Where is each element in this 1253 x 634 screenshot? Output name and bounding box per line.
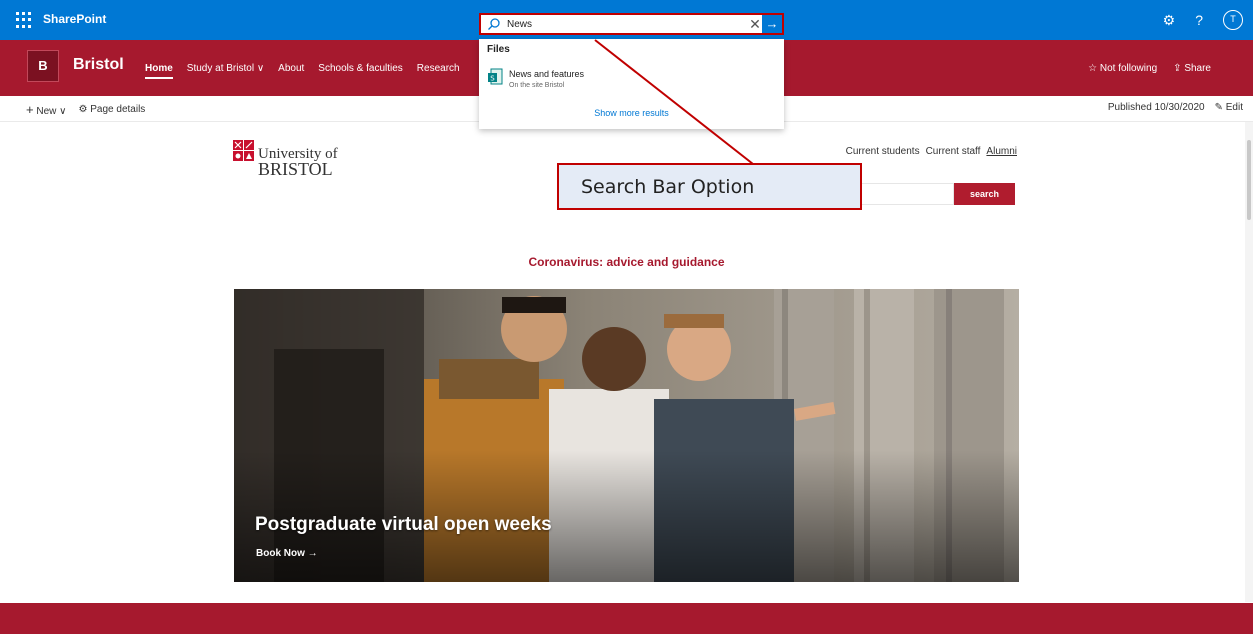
nav-item-research[interactable]: Research [417, 63, 460, 79]
chevron-down-icon: ∨ [59, 106, 67, 117]
edit-button[interactable]: ✎ Edit [1215, 102, 1243, 113]
site-name[interactable]: Bristol [73, 56, 124, 74]
page-scrollbar[interactable] [1245, 122, 1253, 602]
suggestions-heading: Files [487, 44, 510, 55]
star-icon: ☆ [1088, 63, 1098, 74]
nav-item-study[interactable]: Study at Bristol ∨ [187, 63, 264, 79]
gear-icon: ⚙ [78, 104, 88, 115]
show-more-results-link[interactable]: Show more results [479, 108, 784, 118]
suggestion-location: On the site Bristol [509, 82, 565, 89]
gear-icon[interactable]: ⚙ [1163, 12, 1176, 29]
link-current-students[interactable]: Current students [846, 146, 920, 157]
link-alumni[interactable]: Alumni [986, 146, 1017, 157]
sharepoint-page-icon: S [488, 68, 503, 85]
scrollbar-thumb[interactable] [1247, 140, 1251, 220]
share-button[interactable]: ⇪ Share [1173, 63, 1211, 74]
book-now-link[interactable]: Book Now → [256, 548, 318, 559]
hero-title: Postgraduate virtual open weeks [255, 514, 552, 535]
suggestion-title[interactable]: News and features [509, 69, 584, 79]
search-suggestions: Files S News and features On the site Br… [479, 39, 784, 129]
follow-label: Not following [1099, 63, 1158, 74]
link-current-staff[interactable]: Current staff [926, 146, 981, 157]
nav-item-home[interactable]: Home [145, 63, 173, 79]
suite-bar: SharePoint ✕ → ⚙ ? T [0, 0, 1253, 40]
svg-text:S: S [490, 75, 495, 83]
logo-line-2: BRISTOL [258, 159, 333, 179]
coronavirus-alert-link[interactable]: Coronavirus: advice and guidance [0, 255, 1253, 269]
new-button[interactable]: + New ∨ [26, 102, 67, 117]
page-details-label: Page details [90, 104, 146, 115]
suite-icons: ⚙ ? T [1163, 9, 1243, 31]
edit-label: Edit [1225, 102, 1243, 113]
site-search-input[interactable] [862, 183, 954, 205]
share-icon: ⇪ [1173, 63, 1182, 74]
site-search-button[interactable]: search [954, 183, 1015, 205]
site-nav: Home Study at Bristol ∨ About Schools & … [145, 63, 460, 79]
hero-photo [234, 289, 1019, 582]
share-label: Share [1184, 63, 1211, 74]
search-box[interactable]: ✕ → [479, 13, 784, 35]
nav-item-schools[interactable]: Schools & faculties [318, 63, 403, 79]
hero-banner[interactable]: Postgraduate virtual open weeks Book Now… [234, 289, 1019, 582]
help-icon[interactable]: ? [1195, 12, 1203, 28]
header-actions: ☆ Not following ⇪ Share [1088, 63, 1211, 74]
new-label: New [36, 106, 57, 117]
pencil-icon: ✎ [1214, 102, 1223, 113]
search-input[interactable] [507, 17, 737, 31]
site-logo[interactable]: B [27, 50, 59, 82]
follow-button[interactable]: ☆ Not following [1088, 63, 1157, 74]
avatar[interactable]: T [1223, 10, 1243, 30]
nav-item-about[interactable]: About [278, 63, 304, 79]
page-root: SharePoint ✕ → ⚙ ? T B Bristol Home Stud… [0, 0, 1253, 634]
annotation-callout-text: Search Bar Option [581, 176, 755, 198]
footer-band [0, 603, 1253, 634]
published-status: Published 10/30/2020 [1107, 102, 1205, 113]
annotation-callout: Search Bar Option [557, 163, 862, 210]
page-details-button[interactable]: ⚙ Page details [79, 104, 146, 115]
search-icon [488, 18, 500, 30]
plus-icon: + [26, 102, 34, 117]
clear-search-icon[interactable]: ✕ [747, 15, 763, 33]
search-submit-button[interactable]: → [762, 15, 782, 33]
audience-links: Current students Current staff Alumni [846, 146, 1017, 157]
app-title[interactable]: SharePoint [43, 12, 106, 26]
app-launcher-icon[interactable] [14, 10, 34, 30]
